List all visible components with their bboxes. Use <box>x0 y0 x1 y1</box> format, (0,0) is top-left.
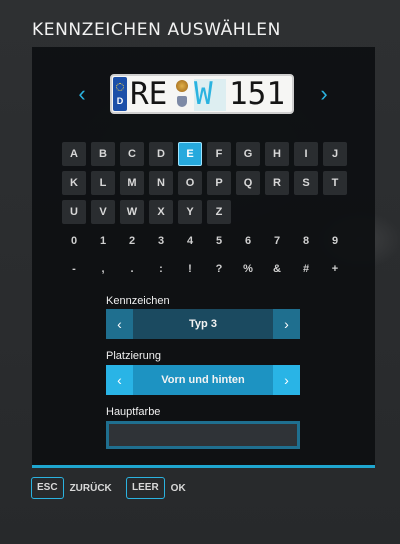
key-c[interactable]: C <box>120 142 144 166</box>
key-symbol[interactable]: + <box>323 257 347 281</box>
kennzeichen-prev-button[interactable]: ‹ <box>106 309 133 339</box>
space-keycap: LEER <box>126 477 165 499</box>
key-symbol[interactable]: & <box>265 257 289 281</box>
key-y[interactable]: Y <box>178 200 202 224</box>
key-i[interactable]: I <box>294 142 318 166</box>
key-4[interactable]: 4 <box>178 229 202 253</box>
key-k[interactable]: K <box>62 171 86 195</box>
page-title: KENNZEICHEN AUSWÄHLEN <box>32 20 281 40</box>
key-z[interactable]: Z <box>207 200 231 224</box>
key-8[interactable]: 8 <box>294 229 318 253</box>
eu-band: D <box>113 77 127 111</box>
kennzeichen-selector[interactable]: ‹ Typ 3 › <box>106 309 300 339</box>
plate-seals <box>175 79 189 111</box>
key-h[interactable]: H <box>265 142 289 166</box>
platzierung-selector[interactable]: ‹ Vorn und hinten › <box>106 365 300 395</box>
key-t[interactable]: T <box>323 171 347 195</box>
ok-action-label: OK <box>170 482 186 494</box>
key-symbol[interactable]: % <box>236 257 260 281</box>
key-u[interactable]: U <box>62 200 86 224</box>
chevron-right-icon[interactable]: › <box>316 83 332 105</box>
key-g[interactable]: G <box>236 142 260 166</box>
key-symbol[interactable]: , <box>91 257 115 281</box>
key-w[interactable]: W <box>120 200 144 224</box>
eu-stars-icon <box>116 83 124 91</box>
key-x[interactable]: X <box>149 200 173 224</box>
key-symbol[interactable]: ? <box>207 257 231 281</box>
plate-country-code: D <box>116 96 124 106</box>
key-symbol[interactable]: . <box>120 257 144 281</box>
key-b[interactable]: B <box>91 142 115 166</box>
chevron-left-icon[interactable]: ‹ <box>74 83 90 105</box>
key-7[interactable]: 7 <box>265 229 289 253</box>
back-action-label: ZURÜCK <box>69 482 112 494</box>
hint-back[interactable]: ESC ZURÜCK <box>31 477 112 499</box>
key-2[interactable]: 2 <box>120 229 144 253</box>
key-6[interactable]: 6 <box>236 229 260 253</box>
platzierung-value: Vorn und hinten <box>133 365 273 395</box>
plate-letters: W <box>194 76 213 112</box>
key-p[interactable]: P <box>207 171 231 195</box>
key-e[interactable]: E <box>178 142 202 166</box>
hauptfarbe-color-field[interactable] <box>106 421 300 449</box>
kennzeichen-value: Typ 3 <box>133 309 273 339</box>
key-0[interactable]: 0 <box>62 229 86 253</box>
key-9[interactable]: 9 <box>323 229 347 253</box>
key-1[interactable]: 1 <box>91 229 115 253</box>
key-v[interactable]: V <box>91 200 115 224</box>
platzierung-label: Platzierung <box>106 350 162 362</box>
plate-city-code: RE <box>130 76 168 112</box>
key-o[interactable]: O <box>178 171 202 195</box>
hint-ok[interactable]: LEER OK <box>126 477 186 499</box>
inspection-seal-icon <box>176 80 188 92</box>
state-emblem-icon <box>177 96 187 107</box>
key-symbol[interactable]: - <box>62 257 86 281</box>
key-j[interactable]: J <box>323 142 347 166</box>
key-s[interactable]: S <box>294 171 318 195</box>
key-5[interactable]: 5 <box>207 229 231 253</box>
key-n[interactable]: N <box>149 171 173 195</box>
key-r[interactable]: R <box>265 171 289 195</box>
kennzeichen-next-button[interactable]: › <box>273 309 300 339</box>
key-m[interactable]: M <box>120 171 144 195</box>
key-a[interactable]: A <box>62 142 86 166</box>
key-3[interactable]: 3 <box>149 229 173 253</box>
key-symbol[interactable]: # <box>294 257 318 281</box>
esc-keycap: ESC <box>31 477 64 499</box>
plate-numbers: 151 <box>229 76 285 112</box>
key-l[interactable]: L <box>91 171 115 195</box>
platzierung-next-button[interactable]: › <box>273 365 300 395</box>
key-d[interactable]: D <box>149 142 173 166</box>
hauptfarbe-label: Hauptfarbe <box>106 406 161 418</box>
key-f[interactable]: F <box>207 142 231 166</box>
key-symbol[interactable]: ! <box>178 257 202 281</box>
key-symbol[interactable]: : <box>149 257 173 281</box>
license-plate-preview: D RE W 151 <box>110 74 294 114</box>
panel-accent-line <box>32 465 375 468</box>
kennzeichen-label: Kennzeichen <box>106 295 170 307</box>
platzierung-prev-button[interactable]: ‹ <box>106 365 133 395</box>
key-q[interactable]: Q <box>236 171 260 195</box>
